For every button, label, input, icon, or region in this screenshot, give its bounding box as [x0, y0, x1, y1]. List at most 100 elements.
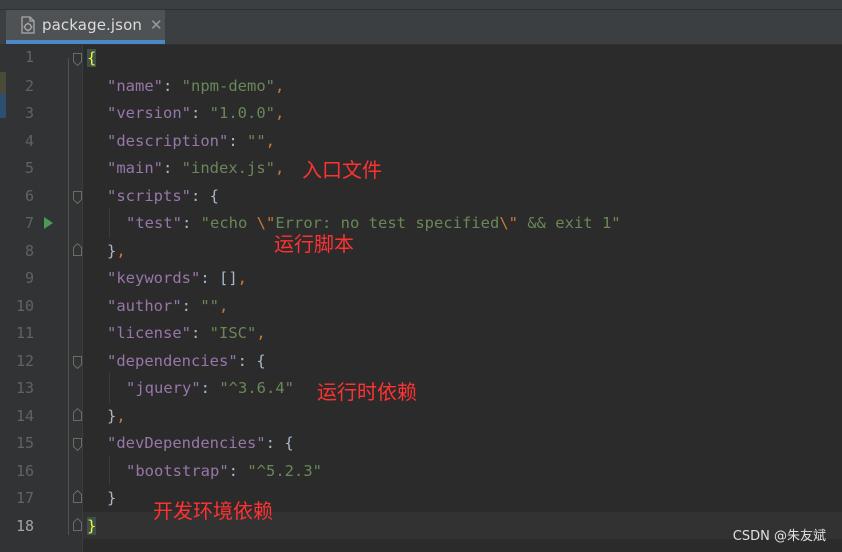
json-key: "test" — [126, 214, 182, 232]
code-line-8: }, — [107, 238, 126, 265]
active-tab-indicator — [6, 40, 165, 44]
line-number: 13 — [15, 379, 34, 397]
line-number-current: 18 — [15, 517, 34, 535]
colon: : — [237, 352, 257, 370]
annotation-runtime-deps: 运行时依赖 — [317, 380, 417, 404]
json-value: "^3.6.4" — [219, 379, 294, 397]
json-value: "echo — [200, 214, 257, 232]
editor-tab-bar: package.json ✕ — [0, 0, 842, 45]
code-line-15: "devDependencies": { — [107, 430, 294, 457]
colon: : — [228, 462, 248, 480]
line-number: 14 — [15, 407, 34, 425]
close-brace-matched: } — [87, 517, 97, 535]
code-line-10: "author": "", — [107, 293, 228, 320]
escape-sequence: \" — [256, 214, 276, 232]
colon: : — [182, 214, 201, 232]
code-line-17: } — [107, 485, 116, 512]
comma: , — [275, 104, 285, 122]
fold-end-icon[interactable] — [73, 518, 82, 531]
comma: , — [116, 407, 126, 425]
tab-label: package.json — [42, 16, 142, 34]
brace-scope-guide — [68, 58, 69, 535]
line-number: 12 — [15, 352, 34, 370]
close-brace: } — [107, 407, 117, 425]
line-number: 3 — [24, 104, 34, 122]
code-line-4: "description": "", — [107, 128, 275, 155]
code-line-2: "name": "npm-demo", — [107, 73, 284, 100]
json-key: "name" — [107, 77, 163, 95]
code-line-9: "keywords": [], — [107, 265, 247, 292]
line-number: 7 — [24, 214, 34, 232]
json-key: "dependencies" — [107, 352, 238, 370]
json-file-icon — [21, 16, 35, 34]
json-key: "devDependencies" — [107, 434, 266, 452]
line-number: 16 — [15, 462, 34, 480]
code-line-3: "version": "1.0.0", — [107, 100, 284, 127]
json-value: "npm-demo" — [181, 77, 275, 95]
json-key: "version" — [107, 104, 191, 122]
json-key: "bootstrap" — [126, 462, 229, 480]
colon: : — [163, 159, 182, 177]
line-number: 2 — [24, 77, 34, 95]
line-number: 8 — [24, 242, 34, 260]
colon: : — [200, 379, 220, 397]
code-editor[interactable]: { "name": "npm-demo", "version": "1.0.0"… — [83, 45, 842, 552]
line-number: 9 — [24, 269, 34, 287]
json-value: "" — [200, 297, 219, 315]
line-number: 4 — [24, 132, 34, 150]
open-brace: { — [209, 187, 220, 205]
comma: , — [116, 242, 126, 260]
code-line-11: "license": "ISC", — [107, 320, 266, 347]
ide-window: package.json ✕ 1 2 3 4 5 6 7 8 9 10 11 1… — [0, 0, 842, 552]
json-value: "^5.2.3" — [247, 462, 322, 480]
fold-start-icon[interactable] — [73, 438, 82, 451]
line-number: 15 — [15, 434, 34, 452]
watermark: CSDN @朱友斌 — [732, 529, 826, 544]
colon: : — [191, 187, 210, 205]
json-key: "license" — [107, 324, 191, 342]
close-brace: } — [107, 489, 117, 507]
run-script-icon[interactable] — [44, 217, 53, 229]
colon: : — [163, 77, 182, 95]
line-number: 11 — [15, 324, 34, 342]
json-key: "author" — [107, 297, 182, 315]
code-line-12: "dependencies": { — [107, 348, 266, 375]
json-value: "" — [247, 132, 266, 150]
json-key: "keywords" — [107, 269, 201, 287]
json-key: "main" — [107, 159, 163, 177]
json-value: && exit 1" — [517, 214, 621, 232]
colon: : — [181, 297, 201, 315]
fold-start-icon[interactable] — [73, 356, 82, 369]
colon: : — [265, 434, 285, 452]
fold-end-icon[interactable] — [73, 490, 82, 503]
colon: : — [191, 324, 210, 342]
open-brace: { — [87, 49, 97, 67]
fold-start-icon[interactable] — [73, 191, 82, 204]
fold-end-icon[interactable] — [73, 243, 82, 256]
code-line-14: }, — [107, 403, 126, 430]
json-value: "ISC" — [209, 324, 257, 342]
annotation-dev-deps: 开发环境依赖 — [153, 499, 273, 523]
comma: , — [275, 77, 285, 95]
code-line-1: { — [87, 45, 97, 72]
code-line-7: "test": "echo \"Error: no test specified… — [126, 210, 621, 237]
open-brace: { — [284, 434, 294, 452]
fold-end-icon[interactable] — [73, 408, 82, 421]
annotation-run-script: 运行脚本 — [274, 232, 354, 256]
line-number: 17 — [15, 489, 34, 507]
line-number: 1 — [24, 48, 34, 66]
tab-package-json[interactable]: package.json ✕ — [6, 10, 165, 40]
json-value: "index.js" — [181, 159, 275, 177]
comma: , — [256, 324, 266, 342]
tab-bar-top-strip — [0, 0, 842, 10]
close-icon[interactable]: ✕ — [150, 16, 163, 34]
line-number: 5 — [24, 159, 34, 177]
json-key: "description" — [107, 132, 229, 150]
comma: , — [275, 159, 285, 177]
fold-start-icon[interactable] — [73, 53, 82, 66]
code-line-16: "bootstrap": "^5.2.3" — [126, 458, 322, 485]
code-line-13: "jquery": "^3.6.4" — [126, 375, 294, 402]
colon: : — [191, 104, 210, 122]
comma: , — [265, 132, 276, 150]
code-line-6: "scripts": { — [107, 183, 219, 210]
